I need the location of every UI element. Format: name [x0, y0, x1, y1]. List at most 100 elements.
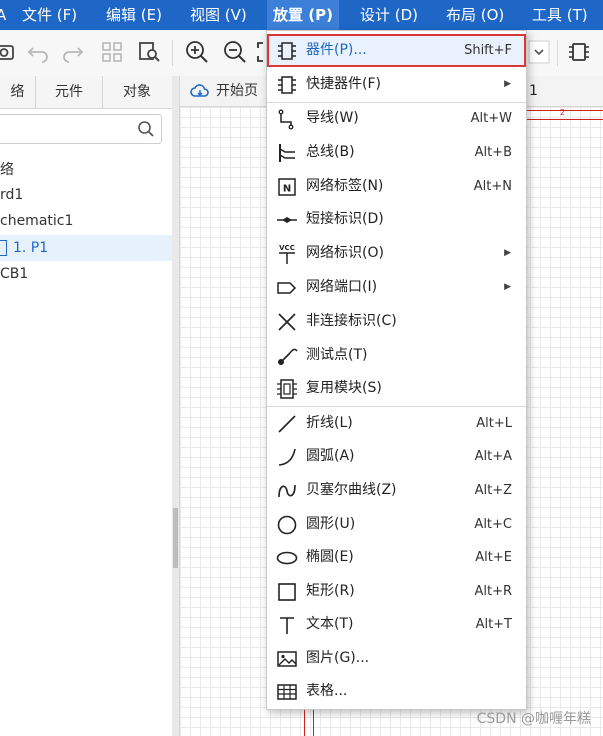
- menu-item-text[interactable]: 文本(T) Alt+T: [267, 608, 526, 641]
- menu-item-shortcut: Alt+B: [474, 145, 512, 160]
- menu-tools[interactable]: 工具 (T): [532, 0, 588, 30]
- menu-item-arc[interactable]: 圆弧(A) Alt+A: [267, 440, 526, 473]
- redo-icon[interactable]: [60, 39, 86, 65]
- menu-item-no-connect[interactable]: 非连接标识(C): [267, 305, 526, 338]
- place-menu: 器件(P)... Shift+F 快捷器件(F) ▶ 导线(W) Alt+W 总…: [266, 30, 527, 710]
- tab-nets[interactable]: 络: [0, 76, 36, 108]
- tree-item-selected[interactable]: 1. P1: [0, 235, 172, 261]
- net-label-icon: N: [276, 176, 298, 198]
- menu-item-component[interactable]: 器件(P)... Shift+F: [267, 34, 526, 67]
- menu-item-table[interactable]: 表格...: [267, 675, 526, 708]
- chip-icon: [276, 74, 298, 96]
- menu-item-wire[interactable]: 导线(W) Alt+W: [267, 102, 526, 135]
- circle-icon: [276, 514, 298, 536]
- ellipse-icon: [276, 547, 298, 569]
- tab-components[interactable]: 元件: [36, 76, 103, 108]
- menu-item-net-port[interactable]: 网络端口(I) ▶: [267, 271, 526, 304]
- menu-item-shortcut: Alt+R: [474, 584, 512, 599]
- tree-item[interactable]: rd1: [0, 182, 172, 208]
- menu-layout[interactable]: 布局 (O): [446, 0, 504, 30]
- tree-item[interactable]: CB1: [0, 261, 172, 287]
- chip-icon[interactable]: [566, 39, 592, 65]
- cloud-icon: [190, 84, 209, 97]
- net-port-icon: [276, 277, 298, 299]
- menu-item-circle[interactable]: 圆形(U) Alt+C: [267, 508, 526, 541]
- dropdown-toggle[interactable]: [526, 39, 550, 65]
- menu-item-shortcut: Shift+F: [464, 43, 512, 58]
- tab-home[interactable]: 开始页: [180, 76, 268, 106]
- find-component-icon[interactable]: [136, 39, 162, 65]
- menu-item-bus[interactable]: 总线(B) Alt+B: [267, 136, 526, 169]
- panel-tabs: 络 元件 对象: [0, 76, 172, 109]
- menu-item-label: 矩形(R): [306, 583, 355, 599]
- submenu-arrow-icon: ▶: [504, 79, 511, 89]
- menu-item-label: 非连接标识(C): [306, 313, 397, 329]
- polyline-icon: [276, 413, 298, 435]
- menu-item-label: 椭圆(E): [306, 549, 354, 565]
- zoom-in-icon[interactable]: [184, 39, 210, 65]
- menu-place[interactable]: 放置 (P): [267, 0, 339, 30]
- table-icon: [276, 681, 298, 703]
- menu-item-label: 导线(W): [306, 110, 359, 126]
- menu-item-label: 网络端口(I): [306, 279, 378, 295]
- menu-item-shortcut: Alt+C: [474, 517, 512, 532]
- menu-item-test-point[interactable]: 测试点(T): [267, 339, 526, 372]
- zoom-out-icon[interactable]: [222, 39, 248, 65]
- menu-item-quick-component[interactable]: 快捷器件(F) ▶: [267, 68, 526, 101]
- menu-item-image[interactable]: 图片(G)...: [267, 642, 526, 675]
- menu-partial-left[interactable]: A: [0, 0, 6, 30]
- camera-icon[interactable]: [0, 39, 18, 65]
- arc-icon: [276, 446, 298, 468]
- tab-objects[interactable]: 对象: [103, 76, 171, 108]
- menu-item-shortcut: Alt+A: [474, 449, 512, 464]
- menu-item-label: 总线(B): [306, 144, 355, 160]
- menu-item-label: 测试点(T): [306, 347, 368, 363]
- grid-select-icon[interactable]: [99, 39, 125, 65]
- search-icon[interactable]: [137, 120, 155, 138]
- tab-partial-right[interactable]: 1: [529, 76, 538, 106]
- toolbar-divider: [172, 40, 173, 66]
- rectangle-icon: [276, 581, 298, 603]
- search-box: [0, 114, 162, 144]
- menu-item-polyline[interactable]: 折线(L) Alt+L: [267, 407, 526, 440]
- menu-item-shortcut: Alt+N: [473, 179, 512, 194]
- menu-item-shortcut: Alt+T: [475, 617, 512, 632]
- menu-item-ellipse[interactable]: 椭圆(E) Alt+E: [267, 541, 526, 574]
- menu-item-net-label[interactable]: N 网络标签(N) Alt+N: [267, 170, 526, 203]
- menu-view[interactable]: 视图 (V): [190, 0, 247, 30]
- menu-item-label: 贝塞尔曲线(Z): [306, 482, 397, 498]
- menu-file[interactable]: 文件 (F): [22, 0, 77, 30]
- menubar: A 文件 (F) 编辑 (E) 视图 (V) 放置 (P) 设计 (D) 布局 …: [0, 0, 603, 30]
- svg-text:N: N: [283, 184, 291, 195]
- tree-item[interactable]: 络: [0, 157, 172, 183]
- menu-item-shortcut: Alt+L: [476, 416, 512, 431]
- menu-item-shortcut: Alt+W: [470, 111, 512, 126]
- short-flag-icon: [276, 209, 298, 231]
- search-input[interactable]: [5, 117, 139, 143]
- sheet-border-left: [304, 707, 314, 736]
- menu-item-reuse-module[interactable]: 复用模块(S): [267, 372, 526, 405]
- menu-item-rectangle[interactable]: 矩形(R) Alt+R: [267, 575, 526, 608]
- menu-item-label: 短接标识(D): [306, 211, 384, 227]
- menu-edit[interactable]: 编辑 (E): [106, 0, 162, 30]
- undo-icon[interactable]: [25, 39, 51, 65]
- menu-item-shortcut: Alt+Z: [474, 483, 512, 498]
- menu-item-label: 文本(T): [306, 616, 354, 632]
- menu-item-net-flag[interactable]: VCC 网络标识(O) ▶: [267, 237, 526, 270]
- submenu-arrow-icon: ▶: [504, 248, 511, 258]
- bezier-icon: [276, 480, 298, 502]
- wire-icon: [276, 108, 298, 130]
- menu-item-bezier[interactable]: 贝塞尔曲线(Z) Alt+Z: [267, 474, 526, 507]
- panel-splitter[interactable]: [172, 76, 180, 736]
- page-icon: [0, 240, 7, 256]
- menu-item-label: 圆弧(A): [306, 448, 355, 464]
- menu-design[interactable]: 设计 (D): [360, 0, 418, 30]
- text-icon: [276, 614, 298, 636]
- tree-item-label: 络: [0, 162, 14, 178]
- tab-home-label: 开始页: [216, 83, 258, 99]
- menu-item-short-flag[interactable]: 短接标识(D): [267, 203, 526, 236]
- splitter-grip[interactable]: [173, 508, 178, 568]
- tree-item[interactable]: chematic1: [0, 208, 172, 234]
- test-point-icon: [276, 345, 298, 367]
- menu-item-label: 圆形(U): [306, 516, 356, 532]
